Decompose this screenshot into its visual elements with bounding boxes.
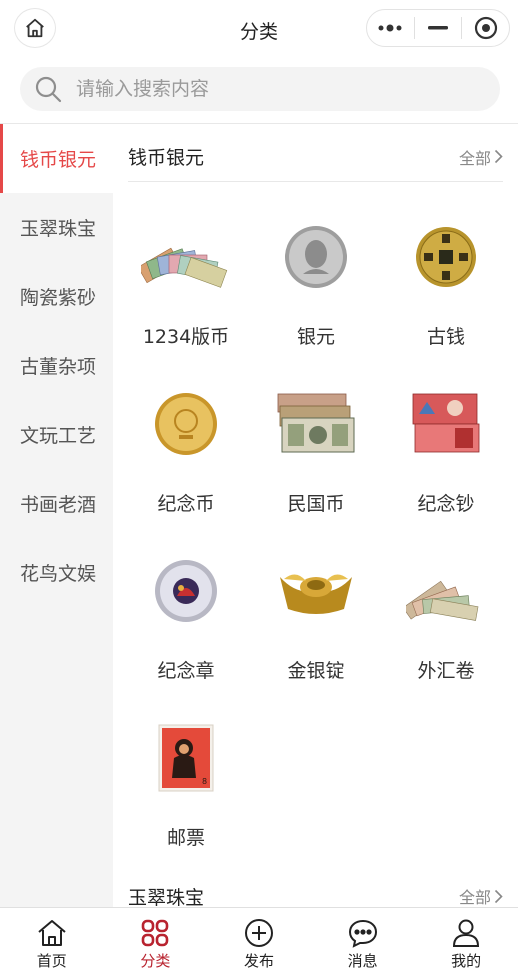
ancient-coin-image: [401, 212, 491, 302]
gold-coin-image: [141, 379, 231, 469]
subcategory-item[interactable]: 外汇卷: [381, 518, 511, 685]
subcategory-label: 纪念钞: [417, 493, 475, 515]
subcategory-item[interactable]: 民国币: [251, 351, 381, 518]
chevron-right-icon: [494, 149, 503, 164]
home-icon: [38, 920, 66, 946]
subcategory-item[interactable]: 8 邮票: [121, 685, 251, 852]
subcategory-item[interactable]: 古钱: [381, 184, 511, 351]
search-icon: [20, 75, 76, 103]
sidebar-item-label: 玉翠珠宝: [20, 218, 97, 240]
tab-label: 发布: [243, 952, 274, 970]
sidebar-item-flowers-birds[interactable]: 花鸟文娱: [0, 538, 113, 607]
close-button[interactable]: [462, 10, 509, 46]
subcategory-label: 银元: [296, 326, 335, 348]
sidebar-item-antiques[interactable]: 古董杂项: [0, 331, 113, 400]
silver-coin-image: [271, 212, 361, 302]
search-bar-container: [0, 58, 518, 124]
tab-label: 我的: [451, 952, 482, 970]
minimize-button[interactable]: [415, 10, 462, 46]
sidebar-item-label: 花鸟文娱: [20, 563, 97, 585]
category-sidebar: 钱币银元 玉翠珠宝 陶瓷紫砂 古董杂项 文玩工艺 书画老酒 花鸟文娱: [0, 124, 113, 907]
section-title: 玉翠珠宝: [128, 886, 205, 908]
republic-banknote-image: [271, 379, 361, 469]
category-icon: [142, 919, 169, 947]
subcategory-grid: 1234版币 银元 古钱 纪念币 民国币 纪念钞 纪念章 金银锭 外汇卷 8 邮…: [121, 184, 513, 852]
tab-home[interactable]: 首页: [0, 908, 104, 975]
mini-program-capsule: [366, 9, 510, 47]
search-box[interactable]: [20, 67, 500, 111]
more-dots-icon: [378, 24, 402, 32]
tab-label: 消息: [347, 952, 378, 970]
sidebar-item-label: 古董杂项: [20, 356, 97, 378]
banknote-fan-image: [141, 212, 231, 302]
plus-circle-icon: [244, 919, 273, 947]
view-all-label: 全部: [458, 148, 491, 168]
sidebar-item-label: 钱币银元: [20, 149, 97, 171]
subcategory-label: 1234版币: [142, 326, 230, 348]
sidebar-item-paintings-liquor[interactable]: 书画老酒: [0, 469, 113, 538]
target-close-icon: [474, 16, 497, 40]
monkey-stamp-image: 8: [141, 713, 231, 803]
category-content: 钱币银元 全部 1234版币 银元 古钱 纪念币 民国币 纪念钞 纪念章 金银锭…: [113, 124, 518, 907]
sidebar-item-label: 书画老酒: [20, 494, 97, 516]
more-button[interactable]: [367, 10, 414, 46]
bottom-tab-bar: 首页 分类 发布 消息 我的: [0, 907, 518, 975]
subcategory-label: 金银锭: [287, 660, 345, 682]
chevron-right-icon: [494, 889, 503, 903]
subcategory-label: 纪念币: [157, 493, 215, 515]
svg-text:8: 8: [202, 777, 207, 786]
subcategory-label: 古钱: [426, 326, 465, 348]
nav-header: 分类: [0, 0, 518, 58]
tab-label: 首页: [36, 952, 67, 970]
tab-category[interactable]: 分类: [104, 908, 208, 975]
foreign-exchange-note-image: [401, 546, 491, 636]
section-header-coins: 钱币银元 全部: [128, 132, 503, 182]
chat-bubble-icon: [348, 919, 377, 948]
subcategory-label: 外汇卷: [417, 660, 475, 682]
sidebar-item-label: 文玩工艺: [20, 425, 97, 447]
view-all-label: 全部: [458, 888, 491, 907]
gold-ingot-image: [271, 546, 361, 636]
user-icon: [453, 919, 480, 947]
subcategory-item[interactable]: 纪念章: [121, 518, 251, 685]
sidebar-item-coins[interactable]: 钱币银元: [0, 124, 113, 193]
tab-messages[interactable]: 消息: [311, 908, 415, 975]
tab-publish[interactable]: 发布: [207, 908, 311, 975]
subcategory-item[interactable]: 银元: [251, 184, 381, 351]
search-input[interactable]: [76, 78, 500, 100]
sidebar-item-ceramics[interactable]: 陶瓷紫砂: [0, 262, 113, 331]
subcategory-item[interactable]: 金银锭: [251, 518, 381, 685]
view-all-link[interactable]: 全部: [459, 145, 503, 169]
sidebar-item-jade[interactable]: 玉翠珠宝: [0, 193, 113, 262]
subcategory-item[interactable]: 纪念钞: [381, 351, 511, 518]
subcategory-label: 邮票: [166, 827, 205, 849]
section-title: 钱币银元: [128, 147, 205, 169]
tab-profile[interactable]: 我的: [414, 908, 518, 975]
sidebar-item-crafts[interactable]: 文玩工艺: [0, 400, 113, 469]
subcategory-item[interactable]: 纪念币: [121, 351, 251, 518]
medal-image: [141, 546, 231, 636]
commemorative-note-image: [401, 379, 491, 469]
sidebar-item-label: 陶瓷紫砂: [20, 287, 97, 309]
subcategory-item[interactable]: 1234版币: [121, 184, 251, 351]
section-header-jade: 玉翠珠宝 全部: [128, 871, 503, 907]
subcategory-label: 民国币: [287, 493, 345, 515]
subcategory-label: 纪念章: [157, 660, 215, 682]
view-all-link[interactable]: 全部: [459, 884, 503, 907]
minimize-icon: [428, 26, 448, 30]
tab-label: 分类: [140, 952, 171, 970]
